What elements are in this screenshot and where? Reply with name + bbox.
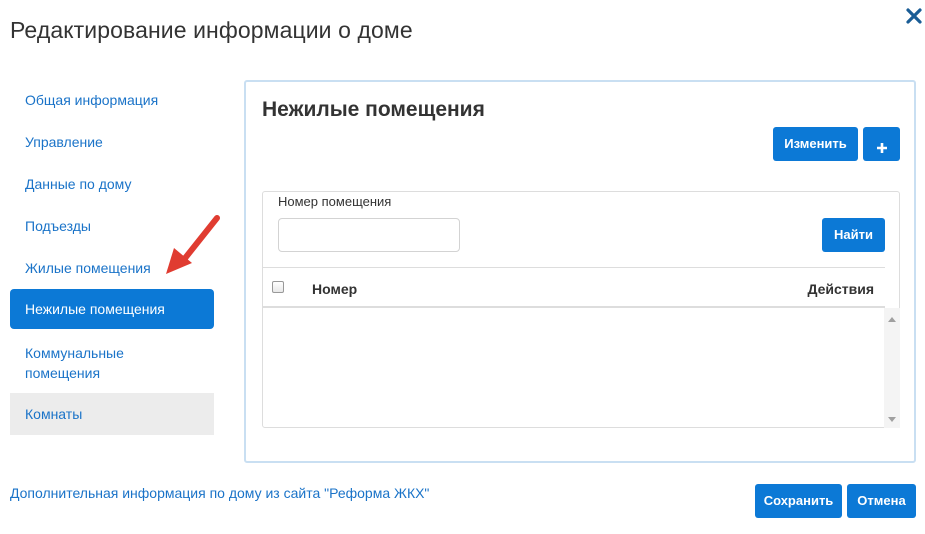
sidebar-item-communal[interactable]: Коммунальные помещения (10, 331, 214, 393)
column-header-number: Номер (312, 281, 358, 297)
edit-button[interactable]: Изменить (773, 127, 858, 161)
panel-title: Нежилые помещения (262, 98, 485, 121)
premises-table-container: Номер помещения Найти Номер Действия (262, 191, 900, 428)
column-header-actions: Действия (807, 281, 874, 297)
sidebar-item-rooms[interactable]: Комнаты (10, 393, 214, 435)
sidebar-item-general[interactable]: Общая информация (10, 79, 214, 121)
sidebar-item-management[interactable]: Управление (10, 121, 214, 163)
room-number-label: Номер помещения (278, 194, 392, 209)
scroll-up-arrow-icon[interactable] (888, 317, 896, 322)
close-icon[interactable] (903, 5, 925, 27)
scroll-down-arrow-icon[interactable] (888, 417, 896, 422)
modal-title: Редактирование информации о доме (10, 17, 413, 43)
table-header-divider (263, 267, 885, 268)
room-number-input[interactable] (278, 218, 460, 252)
annotation-arrow-icon (160, 208, 230, 280)
sidebar-item-non-residential[interactable]: Нежилые помещения (10, 289, 214, 329)
table-body-divider (263, 306, 885, 308)
sidebar-item-house-data[interactable]: Данные по дому (10, 163, 214, 205)
non-residential-panel: Нежилые помещения Изменить Номер помещен… (244, 80, 916, 463)
find-button[interactable]: Найти (822, 218, 885, 252)
table-scrollbar[interactable] (884, 308, 900, 428)
cancel-button[interactable]: Отмена (847, 484, 916, 518)
reform-housing-link[interactable]: Дополнительная информация по дому из сай… (10, 485, 429, 501)
plus-icon (876, 143, 887, 153)
add-button[interactable] (863, 127, 900, 161)
select-all-checkbox[interactable] (272, 281, 284, 293)
save-button[interactable]: Сохранить (755, 484, 842, 518)
